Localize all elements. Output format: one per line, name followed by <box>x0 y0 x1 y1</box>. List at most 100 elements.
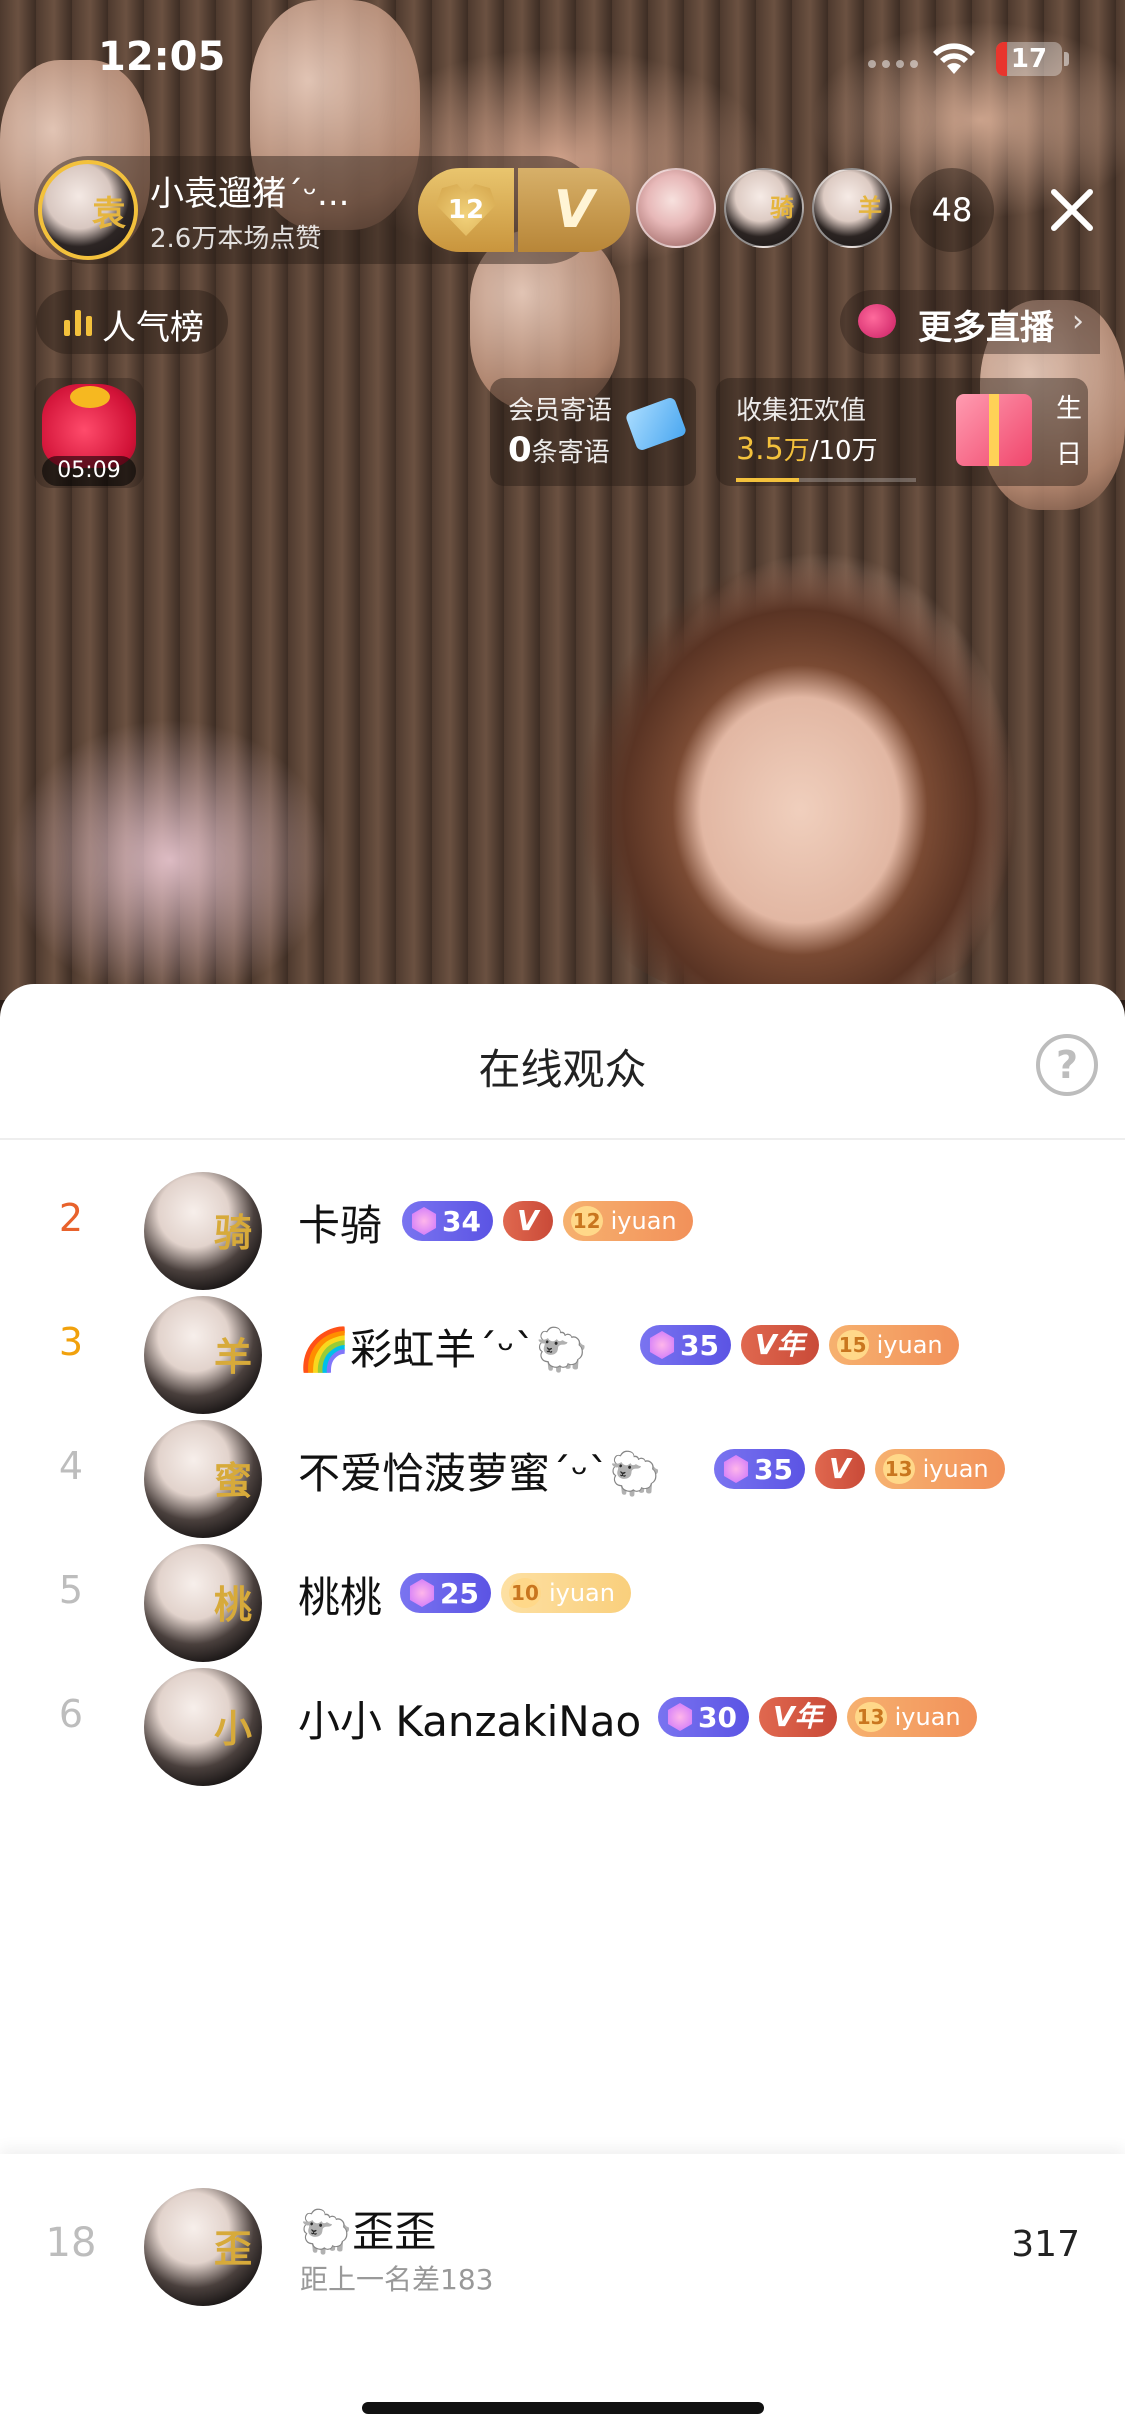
level-badge[interactable]: 35 <box>640 1325 731 1365</box>
fan-club-badge[interactable]: 12 <box>418 168 514 252</box>
audience-avatar[interactable]: 骑 <box>144 1172 262 1290</box>
avatar-glyph: 桃 <box>213 1583 252 1627</box>
vip-badge[interactable]: V年 <box>740 1325 819 1365</box>
audience-rank: 2 <box>58 1196 84 1240</box>
lucky-bag-button[interactable]: 05:09 <box>34 378 144 488</box>
audience-rank: 6 <box>58 1692 84 1736</box>
my-rank: 18 <box>45 2220 97 2266</box>
level-badge[interactable]: 25 <box>400 1573 491 1613</box>
chevron-right-icon: › <box>1072 304 1084 339</box>
sheet-title: 在线观众 <box>478 1045 647 1094</box>
viewer-avatar[interactable]: 羊 <box>812 168 892 248</box>
lucky-bag-knot <box>70 386 110 408</box>
gem-icon <box>723 1455 749 1483</box>
birthday-tag: 生日 <box>1055 394 1082 470</box>
audience-badges: 35 V 13 iyuan <box>714 1448 1005 1490</box>
battery-level: 17 <box>1010 44 1048 74</box>
heart-icon: 12 <box>436 184 496 236</box>
status-time: 12:05 <box>98 34 226 80</box>
carnival-value-card[interactable]: 收集狂欢值 3.5万/10万 生日 <box>716 378 1088 486</box>
audience-avatar[interactable]: 蜜 <box>144 1420 262 1538</box>
audience-name[interactable]: 桃桃 <box>298 1564 382 1625</box>
avatar-glyph: 蜜 <box>213 1459 252 1503</box>
avatar-glyph: 骑 <box>213 1211 252 1255</box>
gem-icon <box>649 1331 675 1359</box>
audience-avatar[interactable]: 桃 <box>144 1544 262 1662</box>
audience-row[interactable]: 6 小 小小 KanzakiNao 30 V年 13 iyuan <box>0 1652 1125 1802</box>
signal-icon <box>868 60 920 70</box>
fan-club-badge[interactable]: 13 iyuan <box>846 1697 977 1737</box>
avatar-glyph: 小 <box>213 1707 252 1751</box>
close-icon[interactable] <box>1046 184 1098 236</box>
level-badge[interactable]: 30 <box>658 1697 749 1737</box>
audience-name[interactable]: 🌈彩虹羊´ᵕ`🐑 <box>298 1316 588 1377</box>
host-avatar[interactable]: 袁 <box>38 160 138 260</box>
vip-badge[interactable]: V年 <box>758 1697 837 1737</box>
audience-badges: 35 V年 15 iyuan <box>640 1324 959 1366</box>
fan-club-badge[interactable]: 15 iyuan <box>828 1325 959 1365</box>
my-score: 317 <box>1011 2224 1080 2265</box>
status-bar: 12:05 17 <box>0 0 1125 120</box>
audience-avatar[interactable]: 羊 <box>144 1296 262 1414</box>
lucky-bag-timer: 05:09 <box>42 456 136 486</box>
host-name[interactable]: 小袁遛猪´ᵕ... <box>150 166 349 215</box>
heart-icon: 12 <box>570 1206 603 1236</box>
audience-avatar[interactable]: 小 <box>144 1668 262 1786</box>
carnival-progress-fill <box>736 478 799 482</box>
fan-club-badge[interactable]: 10 iyuan <box>500 1573 631 1613</box>
fan-club-badge[interactable]: 12 iyuan <box>562 1201 693 1241</box>
sheet-header: 在线观众 ? <box>0 984 1125 1140</box>
viewer-count-button[interactable]: 48 <box>910 168 994 252</box>
popularity-rank-button[interactable]: 人气榜 <box>36 290 228 354</box>
host-avatar-glyph: 袁 <box>92 194 126 234</box>
carnival-title: 收集狂欢值 <box>736 396 867 426</box>
viewer-avatar[interactable]: 骑 <box>724 168 804 248</box>
bar-chart-icon <box>64 310 92 336</box>
popularity-rank-label: 人气榜 <box>102 308 204 348</box>
vip-badge[interactable]: V <box>814 1449 865 1489</box>
streamer-face <box>540 480 1060 1000</box>
live-video-background[interactable] <box>0 0 1125 1000</box>
help-icon[interactable]: ? <box>1036 1034 1098 1096</box>
carnival-progress-track <box>736 478 916 482</box>
my-rank-bar[interactable]: 18 歪 🐑歪歪 距上一名差183 317 <box>0 2154 1125 2436</box>
my-avatar[interactable]: 歪 <box>144 2188 262 2306</box>
top-viewers[interactable]: 骑 羊 <box>636 168 892 252</box>
member-message-count: 0条寄语 <box>508 430 610 470</box>
host-info-bar[interactable]: 袁 小袁遛猪´ᵕ... 2.6万本场点赞 12 V <box>34 156 630 264</box>
audience-name[interactable]: 不爱恰菠萝蜜´ᵕ`🐑 <box>298 1440 662 1501</box>
viewer-avatar[interactable] <box>636 168 716 248</box>
fan-club-badge[interactable]: 13 iyuan <box>874 1449 1005 1489</box>
vip-badge[interactable]: V <box>502 1201 553 1241</box>
heart-icon: 13 <box>882 1454 915 1484</box>
carnival-value: 3.5万/10万 <box>736 432 878 467</box>
avatar-glyph: 羊 <box>213 1335 252 1379</box>
wifi-icon <box>933 43 975 74</box>
my-name: 🐑歪歪 <box>300 2207 437 2256</box>
audience-badges: 34 V 12 iyuan <box>402 1200 693 1242</box>
home-indicator <box>362 2402 764 2414</box>
more-live-button[interactable]: 更多直播 › <box>840 290 1100 354</box>
audience-name[interactable]: 卡骑 <box>298 1192 382 1253</box>
gem-icon <box>409 1579 435 1607</box>
heart-icon: 13 <box>854 1702 887 1732</box>
member-message-title: 会员寄语 <box>508 396 613 426</box>
host-likes: 2.6万本场点赞 <box>150 224 322 254</box>
live-icon <box>858 304 896 338</box>
audience-rank: 3 <box>58 1320 84 1364</box>
envelope-icon <box>624 396 688 452</box>
heart-icon: 10 <box>508 1578 541 1608</box>
battery-cap <box>1064 52 1069 66</box>
vip-badge[interactable]: V <box>518 168 630 252</box>
audience-rank: 4 <box>58 1444 84 1488</box>
member-message-card[interactable]: 会员寄语 0条寄语 <box>490 378 696 486</box>
audience-badges: 25 10 iyuan <box>400 1572 631 1614</box>
level-badge[interactable]: 34 <box>402 1201 493 1241</box>
more-live-label: 更多直播 <box>918 308 1054 348</box>
level-badge[interactable]: 35 <box>714 1449 805 1489</box>
heart-icon: 15 <box>836 1330 869 1360</box>
gem-icon <box>411 1207 437 1235</box>
battery-icon: 17 <box>996 42 1062 76</box>
my-gap-text: 距上一名差183 <box>300 2263 494 2296</box>
audience-name[interactable]: 小小 KanzakiNao <box>298 1688 641 1749</box>
